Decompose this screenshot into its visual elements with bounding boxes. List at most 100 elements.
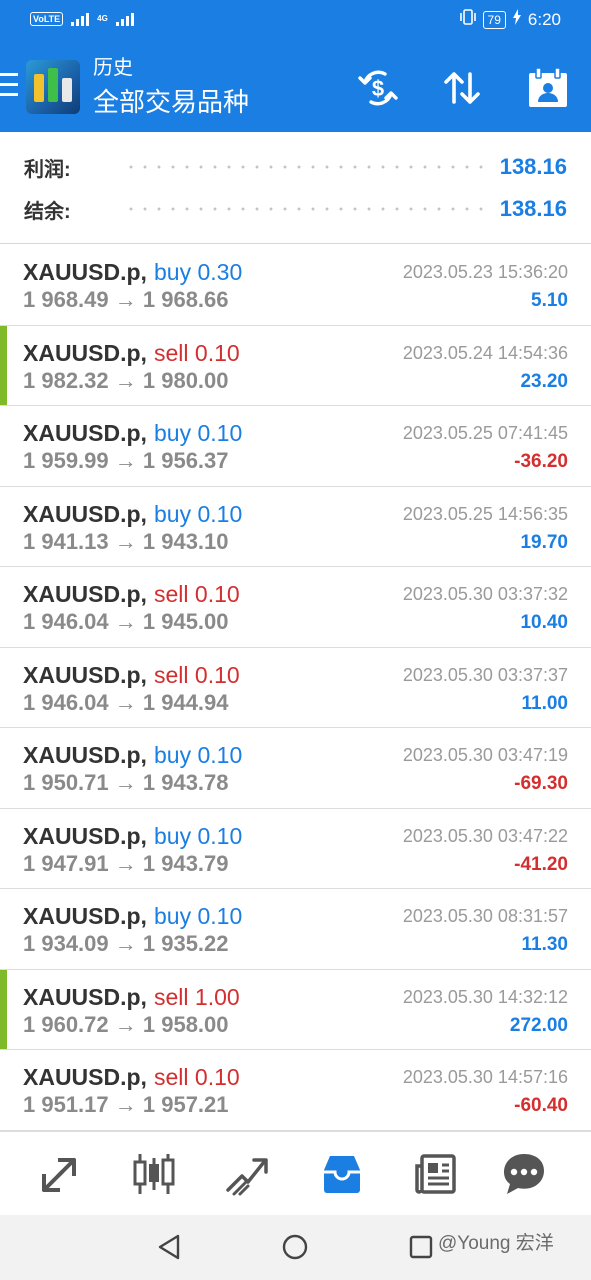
open-price: 1 959.99 [23,448,109,473]
trade-marker [0,325,7,405]
trade-time: 2023.05.30 03:47:22 [402,825,568,846]
close-price: 1 943.79 [142,850,229,876]
trade-side: buy 0.10 [154,903,242,930]
back-icon[interactable] [154,1231,186,1263]
open-price: 1 941.13 [23,528,109,554]
balance-row: 结余: 138.16 [24,194,567,224]
trade-row[interactable]: XAUUSD.p, sell 0.10 1 982.32 → 1 980.00 202… [0,325,591,406]
open-price: 1 960.72 [23,1011,109,1037]
trade-symbol: XAUUSD.p, [23,500,147,527]
trade-profit: 5.10 [531,290,568,311]
trade-side: sell 0.10 [154,1064,240,1091]
trade-prices: 1 946.04 → 1 945.00 [23,609,229,635]
trade-volume: 0.10 [194,339,240,366]
open-price: 1 951.17 [23,1092,109,1117]
close-price: 1 957.21 [142,1092,229,1117]
trade-marker [0,969,7,1049]
calendar-icon[interactable] [526,66,570,110]
battery-level: 79 [482,10,506,29]
trade-time: 2023.05.25 07:41:45 [402,423,568,443]
status-left: VoLTE 4G [30,12,134,26]
open-price: 1 947.91 [23,850,109,876]
trade-time: 2023.05.30 03:47:19 [402,745,568,765]
trade-time: 2023.05.23 15:36:20 [402,262,568,282]
trade-row[interactable]: XAUUSD.p, sell 0.10 1 951.17 → 1 957.21 202… [0,1050,591,1131]
open-price: 1 968.49 [23,287,109,312]
clock: 6:20 [527,9,561,29]
trade-direction: sell [154,581,189,607]
chat-icon[interactable] [500,1150,548,1198]
app-logo [26,60,80,114]
trade-row[interactable]: XAUUSD.p, buy 0.10 1 934.09 → 1 935.22 2023… [0,889,591,970]
trade-profit: 11.30 [521,934,569,955]
trade-profit: 23.20 [520,370,568,392]
svg-text:$: $ [372,76,384,101]
trade-symbol: XAUUSD.p, [23,742,147,768]
open-price: 1 934.09 [23,931,109,956]
trade-symbol: XAUUSD.p, [23,420,147,446]
trade-trend-icon[interactable] [224,1150,272,1198]
trade-prices: 1 934.09 → 1 935.22 [23,931,229,957]
trade-row[interactable]: XAUUSD.p, sell 0.10 1 946.04 → 1 944.94 202… [0,647,591,728]
trade-side: buy 0.10 [154,742,242,769]
trade-volume: 0.10 [197,742,243,768]
trade-row[interactable]: XAUUSD.p, buy 0.10 1 950.71 → 1 943.78 2023… [0,728,591,809]
trade-prices: 1 960.72 → 1 958.00 [23,1012,229,1038]
close-price: 1 935.22 [142,931,229,956]
arrow-right-icon: → [108,689,143,715]
trade-direction: buy [154,903,192,929]
trade-direction: sell [154,339,189,366]
trade-profit: -69.30 [514,773,568,794]
trade-row[interactable]: XAUUSD.p, buy 0.30 1 968.49 → 1 968.66 2023… [0,245,591,326]
trade-profit: -41.20 [514,853,568,875]
trade-profit: 19.70 [520,531,568,553]
trade-symbol: XAUUSD.p, [23,822,147,849]
close-price: 1 943.10 [142,528,229,554]
dotted-leader [124,165,488,169]
trade-volume: 0.10 [194,661,240,688]
trade-time: 2023.05.25 14:56:35 [402,503,568,524]
signal-icon [71,12,90,26]
arrow-right-icon: → [108,1092,143,1117]
currency-icon[interactable]: $ [356,66,400,110]
arrow-right-icon: → [108,931,143,956]
symbol-filter[interactable]: 全部交易品种 [93,86,249,118]
history-inbox-icon[interactable] [318,1150,366,1198]
arrow-right-icon: → [108,1011,143,1037]
trade-row[interactable]: XAUUSD.p, buy 0.10 1 941.13 → 1 943.10 2023… [0,486,591,567]
page-title: 历史 [93,57,133,79]
trade-time: 2023.05.30 03:37:32 [402,584,568,604]
bottom-nav [0,1131,591,1215]
trade-row[interactable]: XAUUSD.p, sell 1.00 1 960.72 → 1 958.00 202… [0,969,591,1050]
news-icon[interactable] [412,1150,460,1198]
home-icon[interactable] [279,1231,311,1263]
arrow-right-icon: → [108,770,143,795]
network-type: 4G [97,14,108,23]
trade-prices: 1 941.13 → 1 943.10 [23,529,229,555]
trade-row[interactable]: XAUUSD.p, buy 0.10 1 959.99 → 1 956.37 2023… [0,406,591,487]
quotes-arrows-icon[interactable] [36,1150,84,1198]
menu-icon[interactable] [0,73,18,99]
trade-side: sell 0.10 [154,340,240,367]
trade-volume: 0.10 [194,1064,240,1090]
close-price: 1 958.00 [142,1011,229,1037]
trade-row[interactable]: XAUUSD.p, sell 0.10 1 946.04 → 1 945.00 202… [0,567,591,648]
trade-time: 2023.05.30 08:31:57 [402,906,568,926]
recents-icon[interactable] [406,1231,438,1263]
balance-value: 138.16 [499,196,567,221]
candlestick-chart-icon[interactable] [130,1150,178,1198]
close-price: 1 944.94 [142,689,229,715]
trade-symbol: XAUUSD.p, [23,259,147,285]
trade-profit: -36.20 [514,451,568,472]
close-price: 1 980.00 [142,367,229,393]
trade-prices: 1 946.04 → 1 944.94 [23,690,229,716]
trade-symbol: XAUUSD.p, [23,983,147,1010]
app-bar: 历史 全部交易品种 $ [0,40,591,132]
open-price: 1 946.04 [23,609,109,634]
vibrate-icon [459,9,477,30]
sort-icon[interactable] [440,66,484,110]
close-price: 1 943.78 [142,770,229,795]
status-right: 79 6:20 [459,9,561,30]
trade-row[interactable]: XAUUSD.p, buy 0.10 1 947.91 → 1 943.79 2023… [0,808,591,889]
arrow-right-icon: → [108,609,143,634]
